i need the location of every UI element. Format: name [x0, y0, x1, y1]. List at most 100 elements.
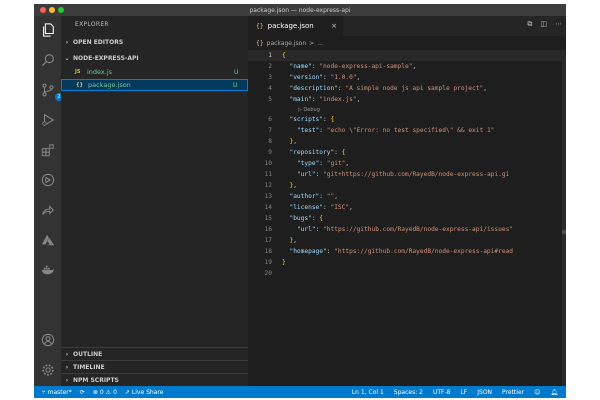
close-tab-icon[interactable]: ×	[331, 22, 337, 30]
sync-button[interactable]: ⟳	[80, 389, 85, 396]
code-line[interactable]: 20	[248, 268, 566, 279]
more-actions-icon[interactable]: ⋯	[555, 20, 562, 29]
code-line[interactable]: 3 "version": "1.0.0",	[248, 72, 566, 83]
line-text: },	[289, 138, 297, 145]
language-mode[interactable]: JSON	[477, 389, 492, 396]
line-text: "homepage": "https://github.com/RayedB/n…	[289, 248, 514, 255]
editor-scrollbar[interactable]	[562, 50, 566, 386]
line-text: "license": "ISC",	[289, 204, 353, 211]
line-number: 17	[264, 237, 272, 244]
line-text: "author": "",	[289, 193, 338, 200]
line-number: 1	[268, 52, 272, 59]
close-window-button[interactable]	[40, 7, 46, 13]
live-share-icon[interactable]	[40, 202, 55, 217]
line-number: 20	[264, 270, 272, 277]
chevron-down-icon: ⌄	[64, 55, 70, 62]
npm-scripts-label: NPM SCRIPTS	[73, 376, 119, 384]
problems-indicator[interactable]: ⊗ 0 ⚠ 0	[93, 389, 117, 396]
code-line[interactable]: 6 "scripts": {	[248, 114, 566, 125]
project-label: NODE-EXPRESS-API	[73, 55, 139, 62]
feedback-icon[interactable]: ☺	[534, 389, 540, 396]
breadcrumb-item[interactable]: ...	[317, 40, 323, 47]
chevron-right-icon: ›	[65, 350, 69, 358]
code-line[interactable]: 13 "author": "",	[248, 191, 566, 202]
code-line[interactable]: 11 "url": "git+https://github.com/RayedB…	[248, 169, 566, 180]
line-text: "name": "node-express-api-sample",	[289, 63, 417, 70]
settings-icon[interactable]	[40, 362, 55, 377]
code-editor[interactable]: 1{2 "name": "node-express-api-sample", 3 …	[248, 50, 566, 279]
json-file-icon: {}	[256, 39, 264, 47]
formatter[interactable]: Prettier	[502, 389, 524, 396]
encoding[interactable]: UTF-8	[433, 389, 451, 396]
outline-section[interactable]: › OUTLINE	[61, 347, 248, 360]
line-number: 11	[264, 171, 272, 178]
editor-actions: ⧉ ◫ ⋯	[527, 20, 562, 29]
breadcrumb-file[interactable]: package.json	[267, 40, 307, 47]
run-debug-icon[interactable]	[40, 112, 55, 127]
split-editor-icon[interactable]: ◫	[540, 20, 547, 29]
outline-label: OUTLINE	[73, 350, 103, 358]
source-control-icon[interactable]: 2	[40, 82, 63, 101]
line-text: "test": "echo \"Error: no test specified…	[296, 127, 495, 134]
branch-name: master*	[47, 388, 72, 396]
code-line[interactable]: 16 "url": "https://github.com/RayedB/nod…	[248, 224, 566, 235]
line-text: "url": "git+https://github.com/RayedB/no…	[296, 171, 510, 178]
line-text: "type": "git",	[296, 160, 350, 167]
line-text: "main": "index.js",	[289, 96, 361, 103]
explorer-icon[interactable]	[40, 22, 55, 37]
line-text: "description": "A simple node js api sam…	[289, 85, 487, 92]
code-line[interactable]: 4 "description": "A simple node js api s…	[248, 83, 566, 94]
branch-indicator[interactable]: ⑂ master*	[42, 389, 72, 396]
live-share-button[interactable]: ↗ Live Share	[125, 389, 164, 396]
code-line[interactable]: 12 },	[248, 180, 566, 191]
debug-codelens[interactable]: ▷ Debug	[248, 105, 566, 114]
line-text: "version": "1.0.0",	[289, 74, 361, 81]
error-icon: ⊗	[92, 388, 98, 396]
code-line[interactable]: 8 },	[248, 136, 566, 147]
code-line[interactable]: 19}	[248, 257, 566, 268]
open-editors-section[interactable]: › OPEN EDITORS	[61, 36, 248, 49]
code-line[interactable]: 14 "license": "ISC",	[248, 202, 566, 213]
account-icon[interactable]	[40, 332, 55, 347]
project-section[interactable]: ⌄ NODE-EXPRESS-API	[61, 52, 248, 65]
docker-icon[interactable]	[40, 262, 55, 277]
code-line[interactable]: 9 "repository": {	[248, 147, 566, 158]
search-icon[interactable]	[40, 52, 55, 67]
live-share-icon: ↗	[124, 388, 130, 396]
code-line[interactable]: 10 "type": "git",	[248, 158, 566, 169]
code-line[interactable]: 5 "main": "index.js",	[248, 94, 566, 105]
npm-scripts-section[interactable]: › NPM SCRIPTS	[61, 373, 248, 386]
git-branch-icon: ⑂	[42, 388, 46, 396]
end-of-line[interactable]: LF	[460, 389, 467, 396]
minimize-window-button[interactable]	[49, 7, 55, 13]
line-text: },	[289, 237, 297, 244]
status-right: Ln 1, Col 1 Spaces: 2 UTF-8 LF JSON Pret…	[352, 389, 558, 396]
chevron-right-icon: ›	[65, 363, 69, 371]
scrollbar-thumb[interactable]	[562, 230, 566, 234]
indentation[interactable]: Spaces: 2	[394, 389, 423, 396]
open-changes-icon[interactable]: ⧉	[527, 20, 532, 29]
code-line[interactable]: 2 "name": "node-express-api-sample",	[248, 61, 566, 72]
timeline-section[interactable]: › TIMELINE	[61, 360, 248, 373]
tab-package-json[interactable]: {} package.json ×	[248, 16, 343, 36]
vscode-window: package.json — node-express-api 2 EXPLOR…	[34, 4, 566, 398]
line-number: 13	[264, 193, 272, 200]
file-index-js[interactable]: JS index.js U	[61, 66, 248, 78]
extensions-icon[interactable]	[40, 142, 55, 157]
sync-icon: ⟳	[79, 388, 85, 396]
code-line[interactable]: 17 },	[248, 235, 566, 246]
code-line[interactable]: 7 "test": "echo \"Error: no test specifi…	[248, 125, 566, 136]
code-line[interactable]: 18 "homepage": "https://github.com/Rayed…	[248, 246, 566, 257]
notifications-icon[interactable]: 🔔︎	[550, 389, 558, 396]
live-share-label: Live Share	[131, 388, 164, 396]
code-line[interactable]: 1{	[248, 50, 566, 61]
status-bar: ⑂ master* ⟳ ⊗ 0 ⚠ 0 ↗ Live Share Ln 1, C…	[34, 386, 566, 398]
code-line[interactable]: 15 "bugs": {	[248, 213, 566, 224]
zoom-window-button[interactable]	[58, 7, 64, 13]
js-file-icon: JS	[75, 69, 81, 75]
azure-icon[interactable]	[40, 232, 55, 247]
remote-icon[interactable]	[40, 172, 55, 187]
cursor-position[interactable]: Ln 1, Col 1	[352, 389, 384, 396]
file-package-json[interactable]: {} package.json U	[61, 79, 248, 91]
line-number: 6	[268, 116, 272, 123]
